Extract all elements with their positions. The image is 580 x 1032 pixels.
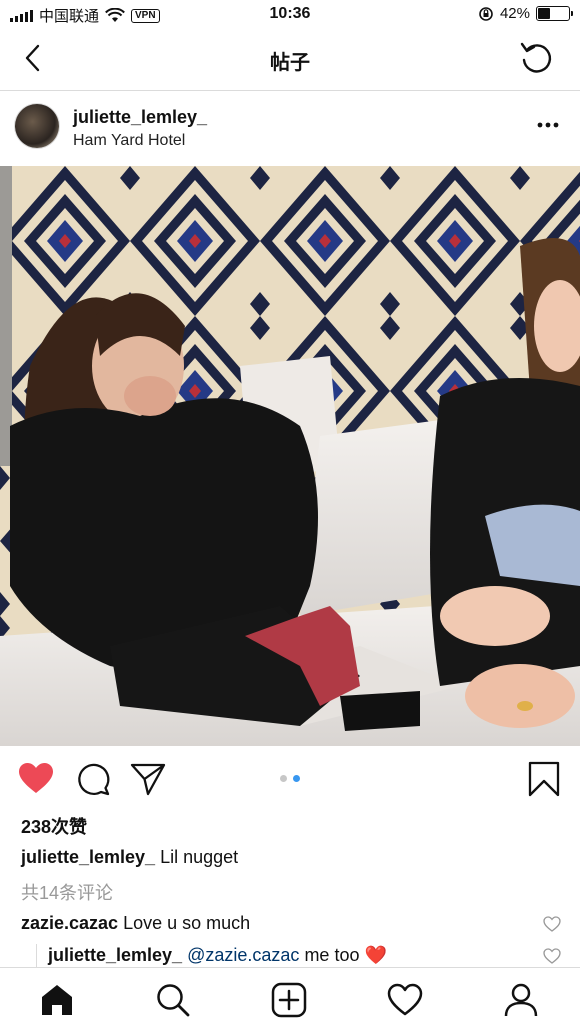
bookmark-icon[interactable]	[525, 760, 563, 798]
page-title: 帖子	[270, 52, 310, 74]
more-icon[interactable]	[536, 120, 560, 130]
battery-percent: 42%	[499, 5, 530, 22]
post-photo[interactable]	[0, 166, 580, 746]
comment-text: me too ❤️	[304, 945, 387, 965]
action-bar	[0, 756, 580, 802]
caption-username[interactable]: juliette_lemley_	[21, 847, 155, 867]
comment-like-icon[interactable]	[543, 948, 561, 964]
comment-username[interactable]: juliette_lemley_	[48, 945, 182, 965]
home-icon[interactable]	[39, 982, 75, 1018]
post-caption: juliette_lemley_ Lil nugget	[21, 847, 238, 868]
heart-icon[interactable]	[17, 760, 55, 798]
post-username[interactable]: juliette_lemley_	[73, 107, 207, 128]
reply-thread-line	[36, 944, 37, 968]
carousel-dot	[280, 775, 287, 782]
comment-reply: juliette_lemley_ @zazie.cazac me too ❤️	[48, 945, 387, 966]
share-icon[interactable]	[129, 760, 167, 798]
battery-icon	[536, 6, 573, 21]
comment-username[interactable]: zazie.cazac	[21, 913, 118, 933]
rotation-lock-icon	[479, 6, 493, 21]
comment: zazie.cazac Love u so much	[21, 913, 250, 934]
post-header: juliette_lemley_ Ham Yard Hotel	[0, 90, 580, 166]
activity-icon[interactable]	[387, 982, 423, 1018]
carousel-indicator	[280, 775, 300, 782]
comment-mention[interactable]: @zazie.cazac	[187, 945, 299, 965]
status-bar: 中国联通 VPN 10:36 42%	[0, 0, 580, 28]
likes-count[interactable]: 238次赞	[21, 813, 87, 839]
comment-text: Love u so much	[123, 913, 251, 933]
search-icon[interactable]	[155, 982, 191, 1018]
comment-icon[interactable]	[74, 760, 112, 798]
avatar[interactable]	[15, 104, 59, 148]
view-all-comments[interactable]: 共14条评论	[21, 879, 113, 905]
post-location[interactable]: Ham Yard Hotel	[73, 132, 185, 150]
add-icon[interactable]	[271, 982, 307, 1018]
comment-like-icon[interactable]	[543, 916, 561, 932]
caption-text: Lil nugget	[160, 847, 239, 867]
refresh-icon[interactable]	[518, 40, 554, 76]
profile-icon[interactable]	[503, 982, 539, 1018]
nav-bar: 帖子	[0, 28, 580, 91]
tab-bar	[0, 967, 580, 1032]
carousel-dot-active	[293, 775, 300, 782]
